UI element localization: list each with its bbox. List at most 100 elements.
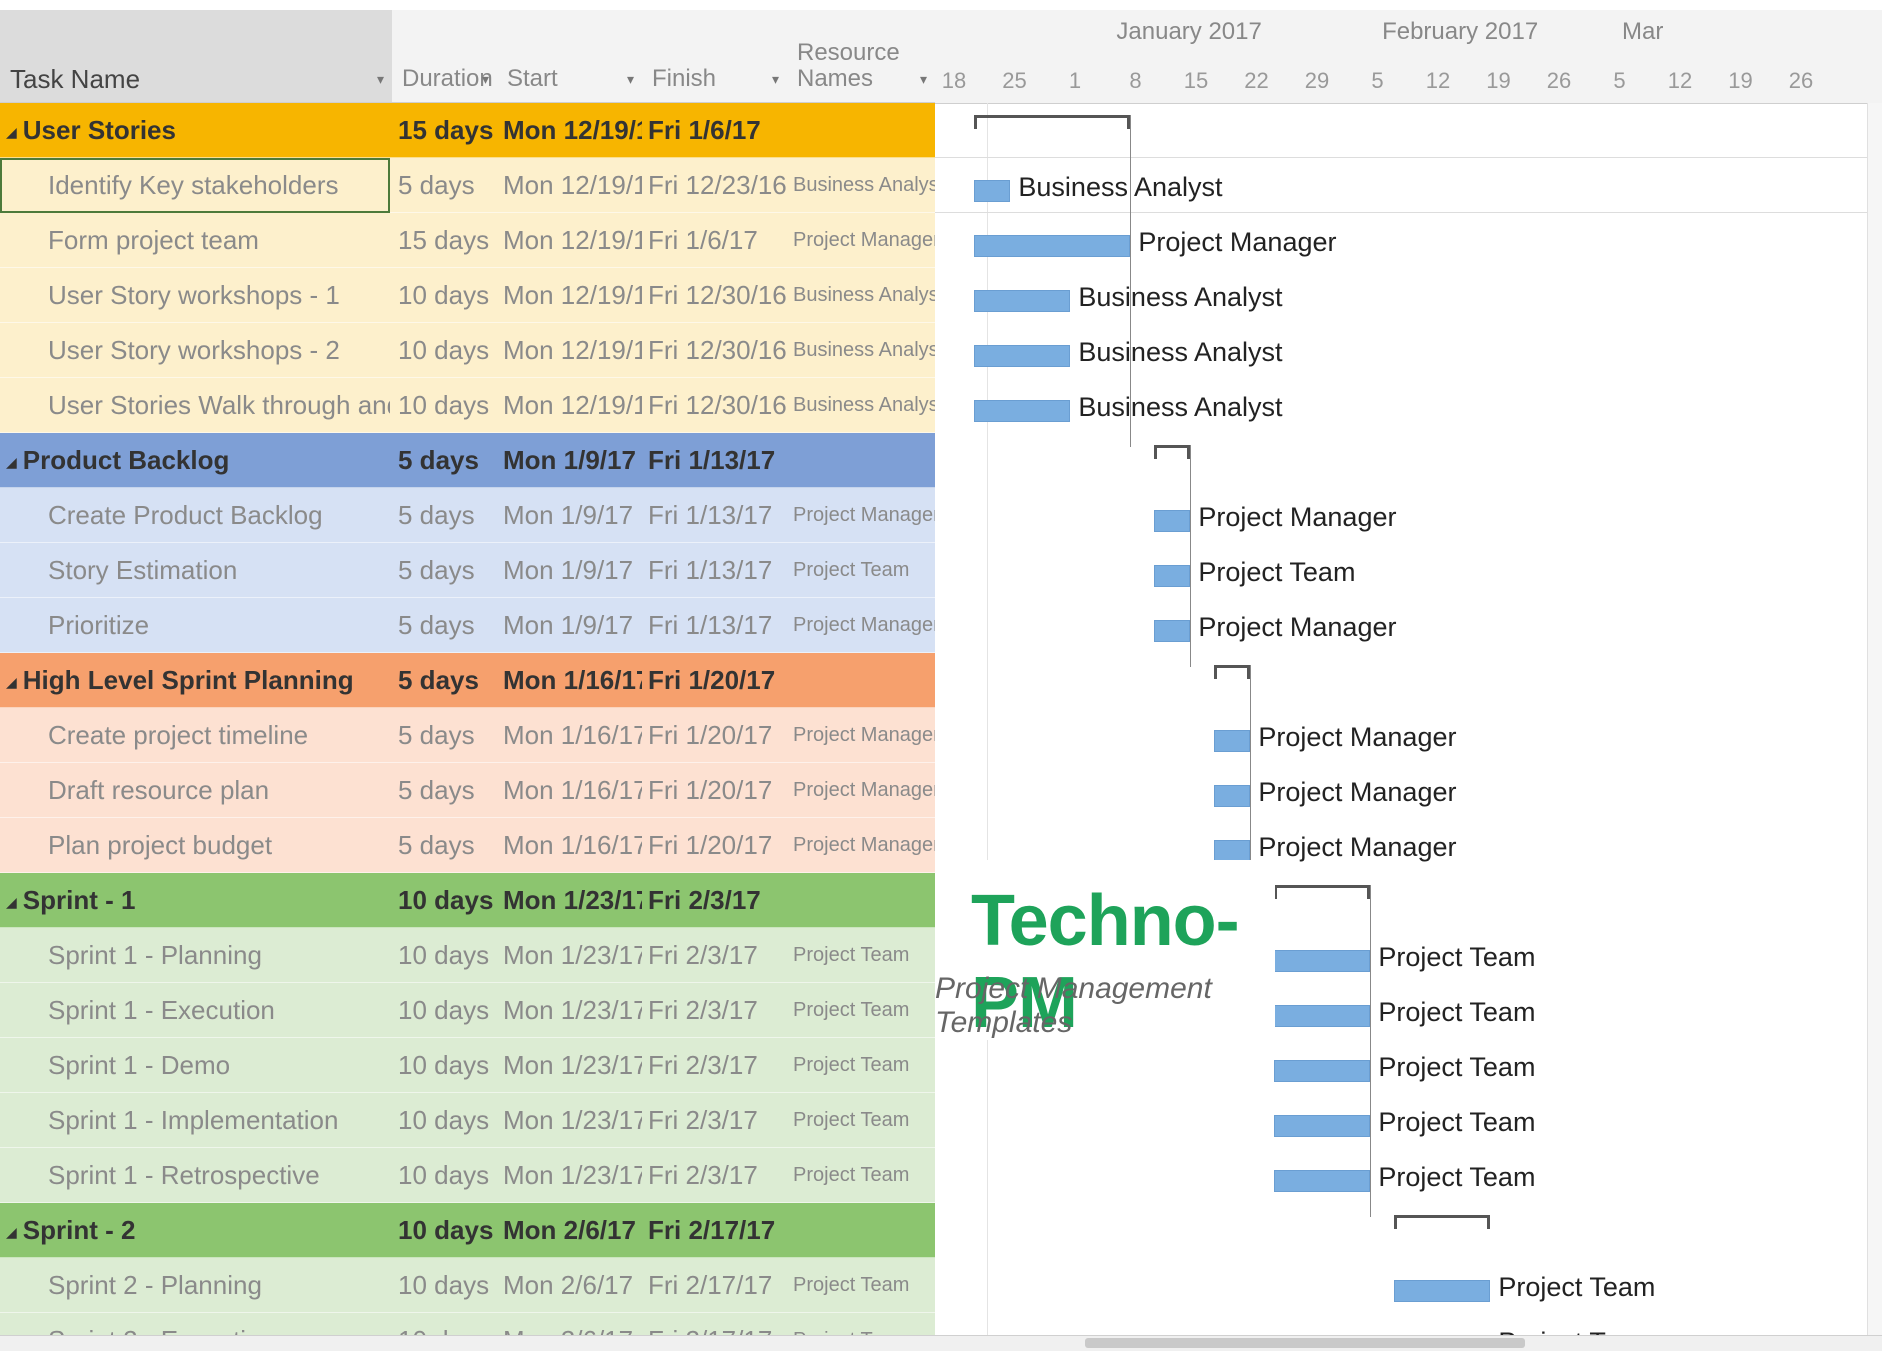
cell-resource[interactable]: Project Team — [787, 1258, 935, 1313]
cell-duration[interactable]: 15 days — [392, 103, 497, 158]
cell-name[interactable]: User Story workshops - 1 — [0, 268, 390, 323]
cell-start[interactable]: Mon 1/9/17 — [497, 598, 642, 653]
cell-name[interactable]: ◢ Sprint - 1 — [0, 873, 390, 928]
task-row[interactable]: Sprint 1 - Demo 10 days Mon 1/23/17 Fri 2/3… — [0, 1038, 935, 1093]
cell-finish[interactable]: Fri 2/3/17 — [642, 1093, 787, 1148]
summary-task-row[interactable]: ◢ High Level Sprint Planning 5 days Mon 1/1… — [0, 653, 935, 708]
cell-resource[interactable] — [787, 873, 935, 928]
cell-name[interactable]: Sprint 1 - Execution — [0, 983, 390, 1038]
cell-duration[interactable]: 10 days — [392, 928, 497, 983]
cell-name[interactable]: User Story workshops - 2 — [0, 323, 390, 378]
task-bar[interactable] — [973, 290, 1071, 312]
cell-start[interactable]: Mon 1/9/17 — [497, 543, 642, 598]
cell-duration[interactable]: 10 days — [392, 1258, 497, 1313]
cell-resource[interactable]: Project Manager — [787, 488, 935, 543]
cell-finish[interactable]: Fri 1/20/17 — [642, 653, 787, 708]
task-row[interactable]: User Stories Walk through and sign off 10… — [0, 378, 935, 433]
cell-name[interactable]: Create project timeline — [0, 708, 390, 763]
cell-start[interactable]: Mon 12/19/16 — [497, 103, 642, 158]
cell-resource[interactable]: Project Team — [787, 1038, 935, 1093]
cell-name[interactable]: User Stories Walk through and sign off — [0, 378, 390, 433]
cell-name[interactable]: Sprint 1 - Retrospective — [0, 1148, 390, 1203]
cell-resource[interactable]: Project Manager — [787, 818, 935, 873]
cell-resource[interactable]: Business Analyst — [787, 323, 935, 378]
cell-finish[interactable]: Fri 2/17/17 — [642, 1203, 787, 1258]
cell-start[interactable]: Mon 1/16/17 — [497, 708, 642, 763]
task-bar[interactable] — [1273, 1115, 1371, 1137]
cell-resource[interactable]: Project Manager — [787, 708, 935, 763]
filter-dropdown-icon[interactable]: ▾ — [920, 71, 927, 88]
filter-dropdown-icon[interactable]: ▾ — [627, 71, 634, 88]
cell-name[interactable]: Plan project budget — [0, 818, 390, 873]
cell-resource[interactable]: Project Team — [787, 543, 935, 598]
cell-finish[interactable]: Fri 2/3/17 — [642, 983, 787, 1038]
cell-start[interactable]: Mon 1/9/17 — [497, 433, 642, 488]
cell-finish[interactable]: Fri 2/3/17 — [642, 1038, 787, 1093]
cell-resource[interactable]: Project Team — [787, 1093, 935, 1148]
cell-name[interactable]: Prioritize — [0, 598, 390, 653]
task-row[interactable]: Plan project budget 5 days Mon 1/16/17 Fri … — [0, 818, 935, 873]
cell-start[interactable]: Mon 1/23/17 — [497, 1038, 642, 1093]
cell-start[interactable]: Mon 1/9/17 — [497, 488, 642, 543]
column-header-finish[interactable]: Finish ▾ — [642, 10, 787, 103]
column-header-resource[interactable]: Resource Names ▾ — [787, 10, 935, 103]
filter-dropdown-icon[interactable]: ▾ — [377, 71, 384, 88]
task-row[interactable]: Sprint 1 - Planning 10 days Mon 1/23/17 Fri… — [0, 928, 935, 983]
summary-task-bar[interactable] — [1393, 1215, 1491, 1229]
cell-duration[interactable]: 5 days — [392, 598, 497, 653]
column-header-duration[interactable]: Duration ▾ — [392, 10, 497, 103]
cell-finish[interactable]: Fri 1/20/17 — [642, 818, 787, 873]
task-row[interactable]: User Story workshops - 1 10 days Mon 12/19… — [0, 268, 935, 323]
task-row[interactable]: Sprint 2 - Execution 10 days Mon 2/6/17 Fri… — [0, 1313, 935, 1335]
task-bar[interactable] — [973, 180, 1011, 202]
cell-resource[interactable]: Business Analyst — [787, 268, 935, 323]
task-row[interactable]: User Story workshops - 2 10 days Mon 12/19… — [0, 323, 935, 378]
task-bar[interactable] — [1213, 785, 1251, 807]
cell-resource[interactable] — [787, 1203, 935, 1258]
cell-resource[interactable]: Project Team — [787, 1148, 935, 1203]
task-bar[interactable] — [1273, 950, 1371, 972]
task-bar[interactable] — [1393, 1280, 1491, 1302]
summary-task-row[interactable]: ◢ Sprint - 2 10 days Mon 2/6/17 Fri 2/17/17 — [0, 1203, 935, 1258]
collapse-triangle-icon[interactable]: ◢ — [6, 124, 17, 140]
cell-finish[interactable]: Fri 1/13/17 — [642, 488, 787, 543]
cell-duration[interactable]: 10 days — [392, 1038, 497, 1093]
cell-duration[interactable]: 10 days — [392, 268, 497, 323]
cell-name[interactable]: Draft resource plan — [0, 763, 390, 818]
task-row[interactable]: Create Product Backlog 5 days Mon 1/9/17 Fr… — [0, 488, 935, 543]
task-row[interactable]: Identify Key stakeholders 5 days Mon 12/19… — [0, 158, 935, 213]
cell-finish[interactable]: Fri 2/3/17 — [642, 873, 787, 928]
cell-duration[interactable]: 5 days — [392, 433, 497, 488]
cell-resource[interactable]: Project Manager — [787, 213, 935, 268]
cell-resource[interactable]: Project Manager — [787, 763, 935, 818]
task-row[interactable]: Story Estimation 5 days Mon 1/9/17 Fri 1/13… — [0, 543, 935, 598]
cell-duration[interactable]: 5 days — [392, 543, 497, 598]
filter-dropdown-icon[interactable]: ▾ — [772, 71, 779, 88]
cell-name[interactable]: Sprint 1 - Implementation — [0, 1093, 390, 1148]
cell-start[interactable]: Mon 12/19/16 — [497, 323, 642, 378]
cell-finish[interactable]: Fri 12/30/16 — [642, 268, 787, 323]
cell-duration[interactable]: 10 days — [392, 1093, 497, 1148]
cell-duration[interactable]: 10 days — [392, 323, 497, 378]
cell-start[interactable]: Mon 2/6/17 — [497, 1203, 642, 1258]
summary-task-bar[interactable] — [1273, 885, 1371, 899]
cell-start[interactable]: Mon 1/23/17 — [497, 983, 642, 1038]
task-bar[interactable] — [1273, 1060, 1371, 1082]
task-row[interactable]: Draft resource plan 5 days Mon 1/16/17 Fri … — [0, 763, 935, 818]
cell-resource[interactable]: Project Team — [787, 928, 935, 983]
cell-duration[interactable]: 10 days — [392, 873, 497, 928]
cell-finish[interactable]: Fri 1/13/17 — [642, 598, 787, 653]
cell-name[interactable]: ◢ User Stories — [0, 103, 390, 158]
cell-resource[interactable] — [787, 653, 935, 708]
cell-start[interactable]: Mon 2/6/17 — [497, 1258, 642, 1313]
cell-start[interactable]: Mon 12/19/16 — [497, 158, 642, 213]
cell-resource[interactable]: Project Team — [787, 1313, 935, 1335]
collapse-triangle-icon[interactable]: ◢ — [6, 454, 17, 470]
cell-duration[interactable]: 5 days — [392, 653, 497, 708]
task-row[interactable]: Sprint 1 - Implementation 10 days Mon 1/23… — [0, 1093, 935, 1148]
collapse-triangle-icon[interactable]: ◢ — [6, 674, 17, 690]
cell-start[interactable]: Mon 12/19/16 — [497, 213, 642, 268]
cell-resource[interactable]: Business Analyst — [787, 378, 935, 433]
cell-start[interactable]: Mon 1/23/17 — [497, 928, 642, 983]
cell-finish[interactable]: Fri 1/6/17 — [642, 103, 787, 158]
